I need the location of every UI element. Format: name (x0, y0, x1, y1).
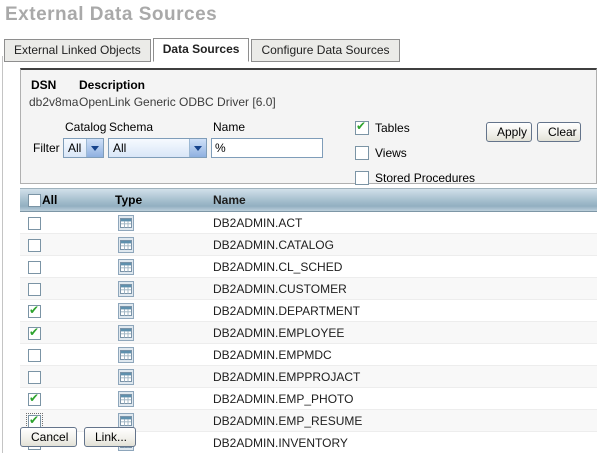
table-type-icon (118, 391, 134, 407)
catalog-select-value: All (64, 141, 86, 155)
cancel-button[interactable]: Cancel (20, 427, 77, 447)
table-row[interactable]: DB2ADMIN.EMPPROJACT (20, 366, 597, 388)
type-filter-label: Tables (375, 121, 410, 135)
row-checkbox[interactable] (28, 283, 41, 296)
schema-select[interactable]: All (108, 138, 207, 158)
filter-label: Filter (33, 141, 60, 155)
dsn-column-label: DSN (31, 78, 56, 92)
tab-data-sources[interactable]: Data Sources (153, 38, 250, 62)
row-checkbox[interactable] (28, 415, 41, 428)
tab-external-linked-objects[interactable]: External Linked Objects (4, 39, 151, 62)
row-checkbox[interactable] (28, 217, 41, 230)
table-row[interactable]: DB2ADMIN.DEPARTMENT (20, 300, 597, 322)
row-checkbox[interactable] (28, 327, 41, 340)
type-filter-checkbox[interactable] (355, 171, 369, 185)
tab-bar: External Linked ObjectsData SourcesConfi… (4, 38, 402, 58)
type-filter-item[interactable]: Stored Procedures (355, 170, 475, 186)
table-row[interactable]: DB2ADMIN.EMP_PHOTO (20, 388, 597, 410)
catalog-label: Catalog (65, 120, 106, 134)
external-data-sources-screen: External Data Sources External Linked Ob… (0, 0, 600, 453)
table-body: DB2ADMIN.ACT DB2ADMIN.CATALOG (20, 212, 597, 453)
schema-select-arrow[interactable] (189, 139, 206, 157)
link-button[interactable]: Link... (84, 427, 136, 447)
chevron-down-icon (194, 146, 202, 151)
table-row[interactable]: DB2ADMIN.CUSTOMER (20, 278, 597, 300)
type-filter-checkbox[interactable] (355, 146, 369, 160)
all-column-header: All (42, 193, 57, 207)
schema-select-value: All (109, 141, 189, 155)
table-type-icon (118, 237, 134, 253)
type-filter-checkbox[interactable] (355, 121, 369, 135)
chevron-down-icon (91, 146, 99, 151)
table-type-icon (118, 215, 134, 231)
row-name: DB2ADMIN.CUSTOMER (213, 282, 347, 296)
table-row[interactable]: DB2ADMIN.ACT (20, 212, 597, 234)
table-row[interactable]: DB2ADMIN.EMPLOYEE (20, 322, 597, 344)
row-checkbox[interactable] (28, 305, 41, 318)
table-row[interactable]: DB2ADMIN.EMPMDC (20, 344, 597, 366)
type-filter-item[interactable]: Tables (355, 120, 410, 136)
table-type-icon (118, 325, 134, 341)
row-name: DB2ADMIN.CL_SCHED (213, 260, 342, 274)
table-type-icon (118, 259, 134, 275)
select-all-checkbox[interactable] (28, 194, 41, 207)
table-type-icon (118, 369, 134, 385)
catalog-select[interactable]: All (63, 138, 104, 158)
page-left-border (2, 56, 3, 453)
table-header-row: All Type Name (20, 188, 597, 212)
description-value: OpenLink Generic ODBC Driver [6.0] (79, 95, 276, 109)
row-name: DB2ADMIN.DEPARTMENT (213, 304, 360, 318)
tab-configure-data-sources[interactable]: Configure Data Sources (251, 39, 399, 62)
row-checkbox[interactable] (28, 371, 41, 384)
row-name: DB2ADMIN.CATALOG (213, 238, 334, 252)
dsn-value: db2v8ma (29, 95, 78, 109)
type-column-header: Type (110, 193, 200, 207)
description-column-label: Description (79, 78, 145, 92)
name-column-header: Name (200, 193, 597, 207)
name-label: Name (213, 120, 245, 134)
row-name: DB2ADMIN.EMPPROJACT (213, 370, 360, 384)
row-checkbox[interactable] (28, 349, 41, 362)
row-name: DB2ADMIN.INVENTORY (213, 436, 348, 450)
table-type-icon (118, 281, 134, 297)
page-title: External Data Sources (5, 4, 217, 26)
row-checkbox[interactable] (28, 239, 41, 252)
row-name: DB2ADMIN.EMPLOYEE (213, 326, 344, 340)
data-sources-table: All Type Name DB2ADMIN.ACT (20, 188, 597, 453)
clear-button[interactable]: Clear (537, 122, 581, 142)
row-name: DB2ADMIN.EMP_RESUME (213, 414, 362, 428)
table-row[interactable]: DB2ADMIN.CL_SCHED (20, 256, 597, 278)
row-checkbox[interactable] (28, 261, 41, 274)
catalog-select-arrow[interactable] (86, 139, 103, 157)
table-type-icon (118, 347, 134, 363)
table-type-icon (118, 303, 134, 319)
schema-label: Schema (109, 120, 153, 134)
type-filter-label: Stored Procedures (375, 171, 475, 185)
type-filter-item[interactable]: Views (355, 145, 407, 161)
row-checkbox[interactable] (28, 393, 41, 406)
row-name: DB2ADMIN.EMP_PHOTO (213, 392, 353, 406)
row-name: DB2ADMIN.ACT (213, 216, 302, 230)
filter-panel: DSN Description db2v8ma OpenLink Generic… (20, 68, 597, 184)
table-row[interactable]: DB2ADMIN.CATALOG (20, 234, 597, 256)
row-name: DB2ADMIN.EMPMDC (213, 348, 332, 362)
type-filter-label: Views (375, 146, 407, 160)
name-filter-input[interactable] (211, 138, 323, 158)
apply-button[interactable]: Apply (486, 122, 532, 142)
